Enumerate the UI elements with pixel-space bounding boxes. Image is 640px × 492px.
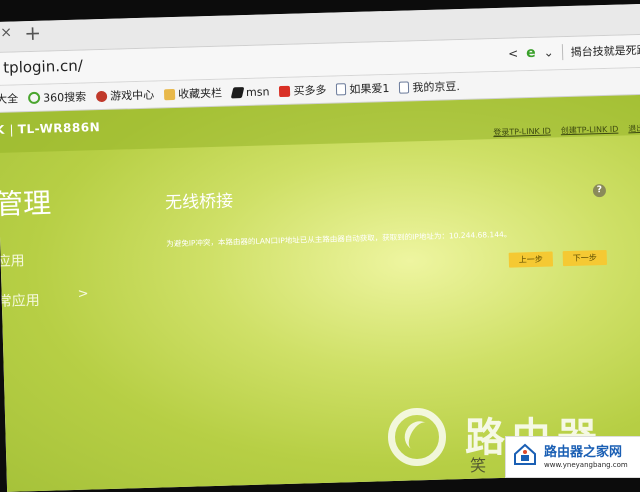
tab-close-icon[interactable]: ×: [0, 25, 12, 41]
sidebar-title: 管理: [0, 186, 52, 222]
bookmark-label: 买多多: [293, 83, 327, 98]
toolbar-right: < e ⌄ 揭台技就是死路一条: [508, 41, 640, 62]
doc-icon: [336, 83, 347, 96]
watermark-site-url: www.yneyangbang.com: [544, 461, 628, 469]
game-center-icon: [95, 90, 108, 102]
bookmark-label: 如果爱1: [349, 81, 390, 97]
watermark-badge: 路由器之家网 www.yneyangbang.com: [505, 436, 640, 478]
help-icon[interactable]: ?: [592, 183, 607, 198]
bookmark-360-search[interactable]: 360搜索: [27, 88, 87, 106]
bookmark-label: 大全: [0, 92, 19, 106]
share-icon[interactable]: <: [508, 46, 518, 60]
chevron-right-icon: >: [77, 286, 89, 302]
brand-logo: K TL-WR886N: [0, 120, 100, 137]
previous-step-button[interactable]: 上一步: [508, 251, 554, 268]
page-title: 无线桥接: [164, 191, 234, 214]
url-input[interactable]: tplogin.cn/: [3, 57, 83, 77]
360-search-icon: [27, 91, 41, 105]
bookmark-label: msn: [245, 84, 270, 99]
bridge-status-message: 为避免IP冲突，本路由器的LAN口IP地址已从主路由器自动获取，获取到的IP地址…: [166, 229, 512, 249]
account-links: 登录TP-LINK ID 创建TP-LINK ID 退出: [493, 123, 640, 138]
new-tab-icon[interactable]: +: [24, 21, 41, 45]
router-model: TL-WR886N: [17, 120, 101, 137]
sidebar-item-common-apps[interactable]: 常应用: [0, 290, 40, 311]
bookmark-label: 我的京豆.: [412, 80, 461, 95]
watermark-site-name: 路由器之家网: [544, 445, 623, 460]
folder-icon: [163, 88, 176, 100]
next-step-button[interactable]: 下一步: [562, 249, 608, 267]
bookmark-folder[interactable]: 收藏夹栏: [163, 85, 223, 103]
bookmark-msn[interactable]: msn: [230, 84, 270, 99]
router-house-icon: [514, 443, 536, 465]
bookmark-label: 360搜索: [42, 90, 87, 105]
jd-icon: [279, 85, 291, 97]
bookmark-game-center[interactable]: 游戏中心: [95, 87, 155, 105]
msn-icon: [230, 86, 245, 98]
create-tplink-id-link[interactable]: 创建TP-LINK ID: [561, 124, 619, 137]
sidebar-item-apps[interactable]: 应用: [0, 250, 25, 271]
exit-link[interactable]: 退出: [628, 123, 640, 134]
chevron-down-icon[interactable]: ⌄: [543, 45, 553, 59]
bookmark-item[interactable]: 如果爱1: [336, 80, 390, 97]
brand-name: K: [0, 122, 6, 138]
bookmark-label: 收藏夹栏: [177, 86, 223, 101]
bookmark-jd[interactable]: 买多多: [279, 82, 327, 99]
doc-icon: [399, 81, 410, 94]
browser-engine-icon[interactable]: e: [526, 45, 536, 61]
watermark-small-text: 笑: [470, 456, 487, 475]
brand-divider: [10, 124, 13, 137]
bookmark-item[interactable]: 我的京豆.: [399, 78, 460, 96]
bookmark-daquan[interactable]: 大全: [0, 90, 18, 107]
login-tplink-id-link[interactable]: 登录TP-LINK ID: [493, 125, 551, 138]
bookmark-label: 游戏中心: [109, 88, 155, 103]
toolbar-divider: [561, 44, 563, 61]
watermark-logo-icon: [388, 408, 446, 466]
news-ticker[interactable]: 揭台技就是死路一条: [570, 41, 640, 60]
